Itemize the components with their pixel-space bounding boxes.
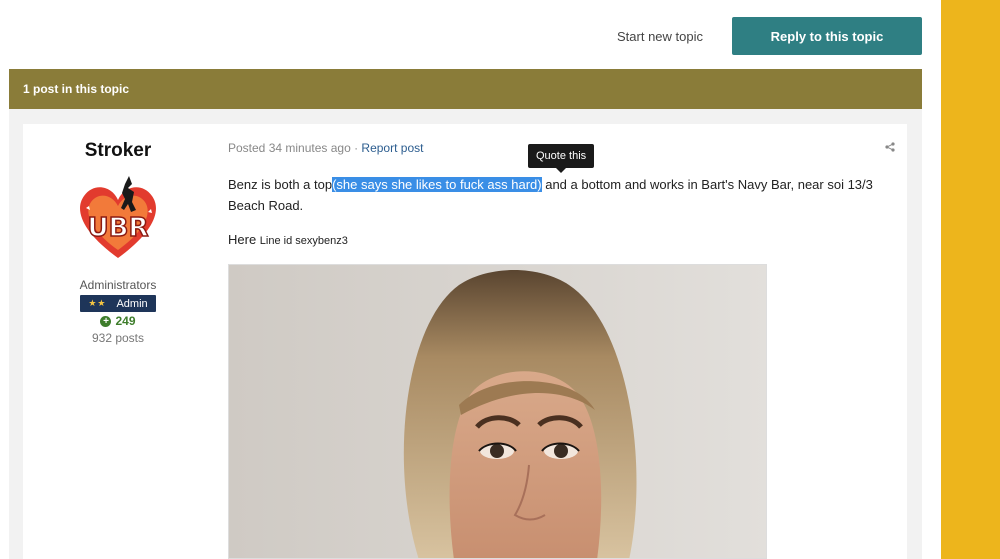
start-new-topic-link[interactable]: Start new topic [617, 29, 703, 44]
report-post-link[interactable]: Report post [361, 141, 423, 155]
quote-this-tooltip[interactable]: Quote this [528, 144, 595, 173]
topic-actions: Start new topic Reply to this topic [617, 17, 922, 55]
author-panel: Stroker UBR Administrators ★★ Admin + 24… [23, 124, 213, 345]
post-photo[interactable] [228, 264, 767, 559]
post-meta: Posted 34 minutes ago · Report post [228, 141, 423, 155]
post-card: Stroker UBR Administrators ★★ Admin + 24… [23, 124, 907, 559]
topic-post-count-header: 1 post in this topic [9, 69, 922, 109]
author-post-count: 932 posts [91, 331, 145, 345]
author-name[interactable]: Stroker [23, 140, 213, 162]
reputation: + 249 [23, 314, 213, 328]
selected-text: (she says she likes to fuck ass hard) [332, 177, 542, 192]
star-icon: ★★ [88, 298, 107, 308]
right-sidebar-strip [941, 0, 1000, 559]
avatar[interactable]: UBR [72, 172, 164, 264]
post-count-label: 1 post in this topic [23, 82, 130, 96]
avatar-logo-image: UBR [80, 176, 156, 258]
share-icon[interactable] [885, 142, 895, 152]
rank-badge: ★★ Admin [80, 295, 156, 312]
reputation-value: 249 [115, 314, 136, 328]
contact-prefix: Here [228, 232, 260, 247]
post-body-paragraph: Benz is both a top(she says she likes to… [228, 174, 888, 216]
post-contact-line: Here Line id sexybenz3 [228, 232, 348, 247]
reply-to-topic-button[interactable]: Reply to this topic [732, 17, 922, 55]
portrait-photo-image [229, 265, 766, 558]
rank-label: Admin [116, 297, 148, 310]
svg-text:UBR: UBR [88, 213, 149, 243]
posted-time[interactable]: Posted 34 minutes ago [228, 141, 351, 155]
post-text-start: Benz is both a top [228, 177, 333, 192]
meta-separator: · [350, 141, 362, 155]
line-id-text: Line id sexybenz3 [259, 235, 348, 247]
main-content: Start new topic Reply to this topic 1 po… [0, 0, 941, 559]
author-group: Administrators [79, 278, 157, 292]
plus-circle-icon: + [100, 315, 112, 327]
